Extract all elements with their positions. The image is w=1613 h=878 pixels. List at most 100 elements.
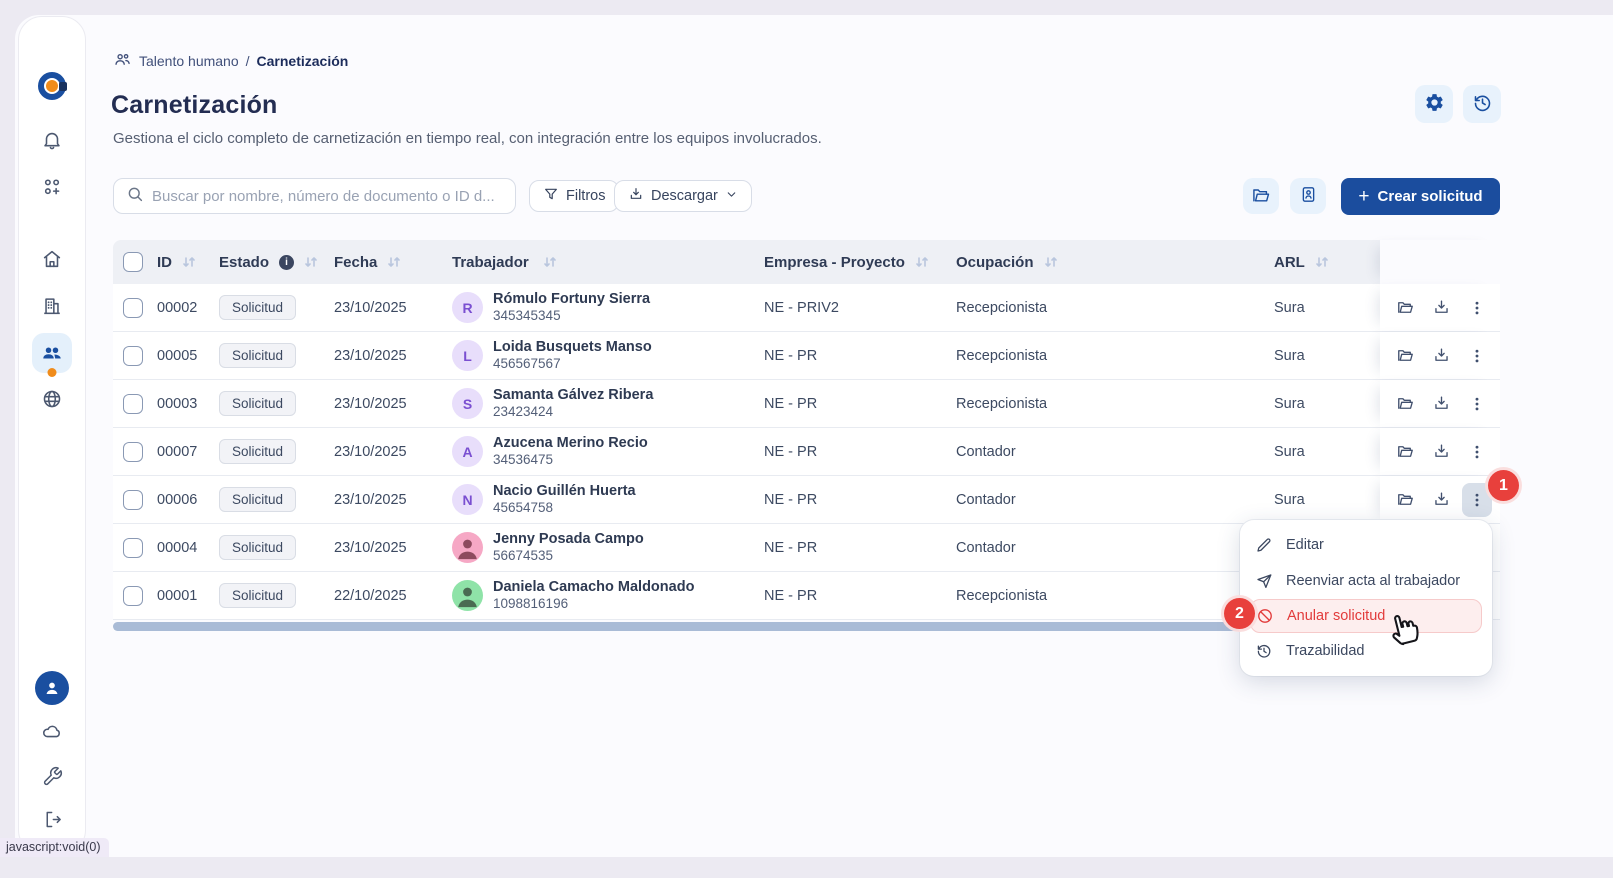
worker-avatar: S: [452, 388, 483, 419]
sort-icon[interactable]: [1044, 256, 1058, 268]
sort-icon[interactable]: [543, 256, 557, 268]
open-folder-button[interactable]: [1390, 435, 1420, 469]
user-avatar-icon[interactable]: [32, 668, 72, 708]
worker-name: Nacio Guillén Huerta: [493, 482, 636, 500]
gear-icon: [1424, 92, 1445, 116]
download-row-button[interactable]: [1426, 339, 1456, 373]
open-folder-button[interactable]: [1390, 483, 1420, 517]
row-checkbox[interactable]: [123, 538, 143, 558]
sort-icon[interactable]: [182, 256, 196, 268]
settings-button[interactable]: [1415, 85, 1453, 123]
cell-project: NE - PR: [760, 444, 952, 460]
row-checkbox[interactable]: [123, 442, 143, 462]
download-row-button[interactable]: [1426, 387, 1456, 421]
row-checkbox[interactable]: [123, 586, 143, 606]
menu-item[interactable]: Anular solicitud: [1250, 599, 1482, 633]
row-checkbox[interactable]: [123, 490, 143, 510]
status-badge: Solicitud: [219, 295, 296, 320]
row-checkbox[interactable]: [123, 298, 143, 318]
worker-document: 345345345: [493, 308, 650, 325]
ban-icon: [1255, 607, 1275, 625]
menu-item[interactable]: Trazabilidad: [1240, 633, 1492, 669]
worker-avatar: L: [452, 340, 483, 371]
logout-icon[interactable]: [32, 799, 72, 839]
globe-icon[interactable]: [32, 379, 72, 419]
create-request-label: Crear solicitud: [1378, 188, 1483, 205]
active-indicator-dot: [48, 368, 57, 377]
search-input[interactable]: [152, 188, 503, 205]
people-icon[interactable]: [32, 333, 72, 373]
menu-item-label: Anular solicitud: [1287, 608, 1385, 624]
open-folder-button[interactable]: [1390, 291, 1420, 325]
kebab-menu-button[interactable]: [1462, 387, 1492, 421]
download-row-button[interactable]: [1426, 483, 1456, 517]
plus-icon: +: [1358, 187, 1369, 206]
worker-document: 56674535: [493, 548, 644, 565]
chevron-down-icon: [725, 188, 738, 205]
cell-id: 00006: [153, 492, 215, 508]
sort-icon[interactable]: [304, 256, 318, 268]
select-all-checkbox[interactable]: [123, 252, 143, 272]
row-checkbox[interactable]: [123, 394, 143, 414]
sort-icon[interactable]: [1315, 256, 1329, 268]
download-row-button[interactable]: [1426, 291, 1456, 325]
wrench-icon[interactable]: [32, 756, 72, 796]
menu-item-label: Trazabilidad: [1286, 643, 1364, 659]
header-id[interactable]: ID: [153, 254, 215, 271]
page-title: Carnetización: [111, 91, 278, 120]
cell-date: 23/10/2025: [330, 540, 448, 556]
history-icon: [1472, 92, 1493, 116]
cloud-icon[interactable]: [32, 712, 72, 752]
cell-project: NE - PR: [760, 588, 952, 604]
breadcrumb: Talento humano / Carnetización: [113, 50, 348, 72]
bell-icon[interactable]: [32, 120, 72, 160]
folder-view-button[interactable]: [1243, 178, 1279, 214]
header-arl[interactable]: ARL: [1270, 254, 1380, 271]
sort-icon[interactable]: [387, 256, 401, 268]
cell-date: 23/10/2025: [330, 444, 448, 460]
send-icon: [1254, 572, 1274, 590]
download-row-button[interactable]: [1426, 435, 1456, 469]
id-badge-icon: [1299, 185, 1318, 207]
building-icon[interactable]: [32, 286, 72, 326]
header-estado[interactable]: Estadoi: [215, 254, 330, 271]
create-request-button[interactable]: + Crear solicitud: [1341, 178, 1500, 215]
info-icon[interactable]: i: [279, 255, 294, 270]
download-label: Descargar: [651, 188, 718, 204]
menu-item-label: Editar: [1286, 537, 1324, 553]
app-logo-icon[interactable]: [32, 66, 72, 106]
cell-occupation: Recepcionista: [952, 348, 1270, 364]
browser-status-bar: javascript:void(0): [0, 838, 109, 857]
worker-document: 23423424: [493, 404, 653, 421]
header-trabajador[interactable]: Trabajador: [448, 254, 760, 271]
breadcrumb-section[interactable]: Talento humano: [139, 53, 239, 69]
menu-item[interactable]: Editar: [1240, 527, 1492, 563]
menu-item[interactable]: Reenviar acta al trabajador: [1240, 563, 1492, 599]
kebab-menu-button[interactable]: [1462, 435, 1492, 469]
id-card-view-button[interactable]: [1290, 178, 1326, 214]
cell-project: NE - PRIV2: [760, 300, 952, 316]
filters-button[interactable]: Filtros: [529, 180, 619, 212]
download-button[interactable]: Descargar: [614, 180, 752, 212]
header-actions: [1380, 240, 1500, 284]
cell-id: 00001: [153, 588, 215, 604]
worker-document: 34536475: [493, 452, 648, 469]
history-button[interactable]: [1463, 85, 1501, 123]
worker-avatar: R: [452, 292, 483, 323]
header-ocupacion[interactable]: Ocupación: [952, 254, 1270, 271]
status-badge: Solicitud: [219, 487, 296, 512]
open-folder-button[interactable]: [1390, 339, 1420, 373]
home-icon[interactable]: [32, 239, 72, 279]
breadcrumb-people-icon: [113, 50, 132, 72]
header-empresa[interactable]: Empresa - Proyecto: [760, 254, 952, 271]
sort-icon[interactable]: [915, 256, 929, 268]
open-folder-button[interactable]: [1390, 387, 1420, 421]
apps-add-icon[interactable]: [32, 167, 72, 207]
page-subtitle: Gestiona el ciclo completo de carnetizac…: [113, 130, 822, 147]
row-checkbox[interactable]: [123, 346, 143, 366]
kebab-menu-button[interactable]: [1462, 339, 1492, 373]
header-fecha[interactable]: Fecha: [330, 254, 448, 271]
worker-document: 45654758: [493, 500, 636, 517]
kebab-menu-button[interactable]: [1462, 291, 1492, 325]
cell-id: 00003: [153, 396, 215, 412]
